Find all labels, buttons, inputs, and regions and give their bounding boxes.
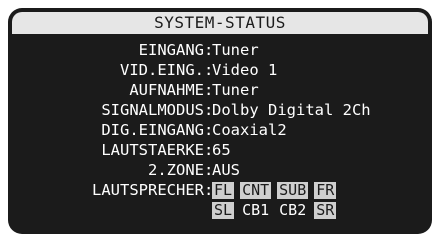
status-row-dig-eingang: DIG.EINGANG : Coaxial2 bbox=[8, 120, 432, 140]
status-value: Tuner bbox=[212, 41, 259, 59]
speaker-cb1-indicator: CB1 bbox=[242, 201, 270, 219]
separator: : bbox=[204, 101, 214, 119]
speaker-fl-indicator: FL bbox=[212, 181, 235, 199]
status-label: VID.EING. bbox=[120, 61, 204, 79]
separator: : bbox=[204, 141, 214, 159]
osd-screen: SYSTEM-STATUS EINGANG : Tuner VID.EING. … bbox=[8, 8, 432, 234]
speaker-fr-indicator: FR bbox=[314, 181, 337, 199]
speaker-sr-indicator: SR bbox=[314, 201, 337, 219]
status-row-lautstaerke: LAUTSTAERKE : 65 bbox=[8, 140, 432, 160]
speaker-cb2-indicator: CB2 bbox=[279, 201, 307, 219]
status-row-eingang: EINGANG : Tuner bbox=[8, 40, 432, 60]
separator: : bbox=[204, 161, 214, 179]
status-row-aufnahme: AUFNAHME : Tuner bbox=[8, 80, 432, 100]
status-value: AUS bbox=[212, 161, 240, 179]
status-value: Coaxial2 bbox=[212, 121, 287, 139]
status-row-lautsprecher: LAUTSPRECHER : FL CNT SUB FR bbox=[8, 180, 432, 200]
status-label: SIGNALMODUS bbox=[101, 101, 204, 119]
screen-title: SYSTEM-STATUS bbox=[12, 12, 428, 34]
speaker-cnt-indicator: CNT bbox=[240, 181, 272, 199]
status-value: 65 bbox=[212, 141, 231, 159]
speaker-row-rear: SL CB1 CB2 SR bbox=[212, 200, 342, 220]
speaker-sub-indicator: SUB bbox=[277, 181, 309, 199]
status-row-vid-eing: VID.EING. : Video 1 bbox=[8, 60, 432, 80]
status-row-signalmodus: SIGNALMODUS : Dolby Digital 2Ch bbox=[8, 100, 432, 120]
status-list: EINGANG : Tuner VID.EING. : Video 1 AUFN… bbox=[8, 40, 432, 220]
status-label: LAUTSTAERKE bbox=[101, 141, 204, 159]
status-label: DIG.EINGANG bbox=[101, 121, 204, 139]
speaker-row-front: FL CNT SUB FR bbox=[212, 180, 342, 200]
speaker-row-rear-line: SL CB1 CB2 SR bbox=[8, 200, 432, 220]
status-row-2-zone: 2.ZONE : AUS bbox=[8, 160, 432, 180]
status-value: Tuner bbox=[212, 81, 259, 99]
separator: : bbox=[204, 41, 214, 59]
separator: : bbox=[204, 81, 214, 99]
status-value: Dolby Digital 2Ch bbox=[212, 101, 371, 119]
status-label: 2.ZONE bbox=[148, 161, 204, 179]
separator: : bbox=[204, 61, 214, 79]
status-label: AUFNAHME bbox=[129, 81, 204, 99]
separator: : bbox=[204, 181, 214, 199]
separator: : bbox=[204, 121, 214, 139]
status-label: EINGANG bbox=[138, 41, 204, 59]
status-value: Video 1 bbox=[212, 61, 278, 79]
speaker-sl-indicator: SL bbox=[212, 201, 235, 219]
status-label: LAUTSPRECHER bbox=[92, 181, 204, 199]
